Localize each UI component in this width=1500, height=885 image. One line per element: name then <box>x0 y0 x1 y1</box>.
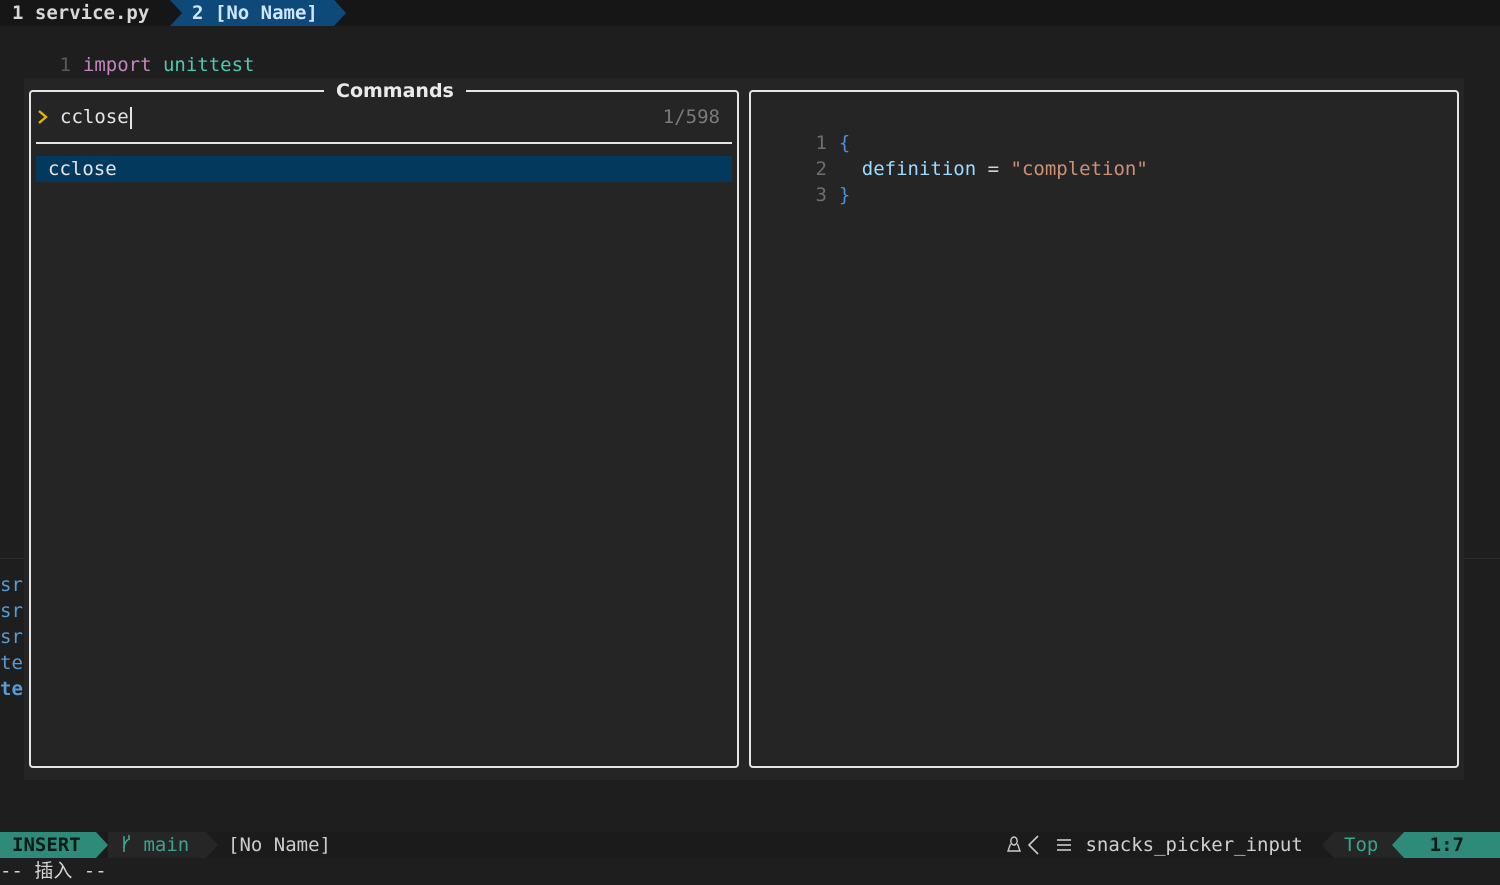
window-separator <box>0 558 24 559</box>
git-branch: main <box>108 832 218 858</box>
picker-search-input[interactable]: cclose <box>60 104 132 130</box>
side-fragment: sr <box>0 574 23 596</box>
side-fragment: sr <box>0 600 23 622</box>
chevron-left-icon <box>1022 834 1044 856</box>
tab-no-name[interactable]: 2 [No Name] <box>170 0 346 26</box>
picker-title: Commands <box>324 79 466 103</box>
lines-icon <box>1054 834 1074 856</box>
identifier: definition <box>861 158 977 180</box>
keyword: import <box>82 54 152 76</box>
module-name: unittest <box>162 54 255 76</box>
lsp-status <box>1006 832 1044 858</box>
linux-icon <box>1006 834 1022 856</box>
chevron-right-icon <box>36 104 50 130</box>
brace: } <box>838 184 851 206</box>
scroll-position: Top <box>1322 832 1402 858</box>
preview-line: 3} <box>770 156 850 206</box>
match-count: 1/598 <box>662 106 720 128</box>
cursor-location: 1:7 <box>1392 832 1500 858</box>
picker-list-panel <box>29 90 739 768</box>
preview-line: 2 definition = "completion" <box>770 130 1147 180</box>
file-name: [No Name] <box>228 834 331 856</box>
query-text: cclose <box>60 106 129 128</box>
mode-indicator: INSERT <box>0 832 108 858</box>
editor-line: 2 <box>0 52 83 102</box>
filetype: snacks_picker_input <box>1054 832 1303 858</box>
preview-line-number: 3 <box>815 184 827 206</box>
side-fragment: te <box>0 678 23 700</box>
branch-name: main <box>143 834 190 856</box>
side-fragment: te <box>0 652 23 674</box>
window-separator <box>1464 558 1500 559</box>
picker-preview-panel <box>749 90 1459 768</box>
statusline: INSERT main [No Name] snacks_picker_inpu… <box>0 832 1500 858</box>
editor-line: 1 import unittest <box>0 26 254 76</box>
git-branch-icon <box>120 834 132 856</box>
text-cursor <box>129 106 132 129</box>
operator: = <box>976 158 1011 180</box>
tab-service-py[interactable]: 1 service.py <box>0 0 170 26</box>
result-item-selected[interactable]: cclose <box>36 156 732 182</box>
string-literal: "completion" <box>1010 158 1148 180</box>
filetype-name: snacks_picker_input <box>1085 834 1303 856</box>
preview-line: 1{ <box>770 104 850 154</box>
input-divider <box>36 142 732 144</box>
command-line: -- 插入 -- <box>0 860 107 882</box>
side-fragment: sr <box>0 626 23 648</box>
tabline: 1 service.py 2 [No Name] <box>0 0 1500 26</box>
